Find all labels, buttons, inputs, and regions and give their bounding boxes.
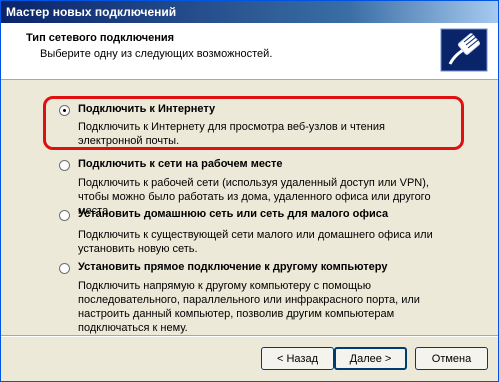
cancel-button[interactable]: Отмена [415,347,488,370]
footer-divider [1,335,498,337]
option-home-network-label[interactable]: Установить домашнюю сеть или сеть для ма… [78,208,388,220]
window-title: Мастер новых подключений [6,5,177,19]
option-direct-connection-description: Подключить напрямую к другому компьютеру… [78,280,420,334]
option-internet-label[interactable]: Подключить к Интернету [78,103,215,115]
option-workplace-label[interactable]: Подключить к сети на рабочем месте [78,158,282,170]
option-direct-connection-label[interactable]: Установить прямое подключение к другому … [78,261,387,273]
wizard-header: Тип сетевого подключения Выберите одну и… [1,23,498,80]
radio-internet[interactable] [59,105,70,116]
option-internet-description: Подключить к Интернету для просмотра веб… [78,121,385,147]
next-button[interactable]: Далее > [334,347,407,370]
network-cable-icon [440,28,488,72]
radio-home-network[interactable] [59,210,70,221]
page-title: Тип сетевого подключения [26,32,175,44]
wizard-window: Мастер новых подключений Тип сетевого по… [0,0,499,382]
option-home-network-description: Подключить к существующей сети малого ил… [78,229,433,255]
wizard-body: Подключить к Интернету Подключить к Инте… [1,80,498,335]
page-subtitle: Выберите одну из следующих возможностей. [40,48,273,60]
radio-direct-connection[interactable] [59,263,70,274]
back-button[interactable]: < Назад [261,347,334,370]
radio-workplace[interactable] [59,160,70,171]
title-bar[interactable]: Мастер новых подключений [1,1,498,23]
